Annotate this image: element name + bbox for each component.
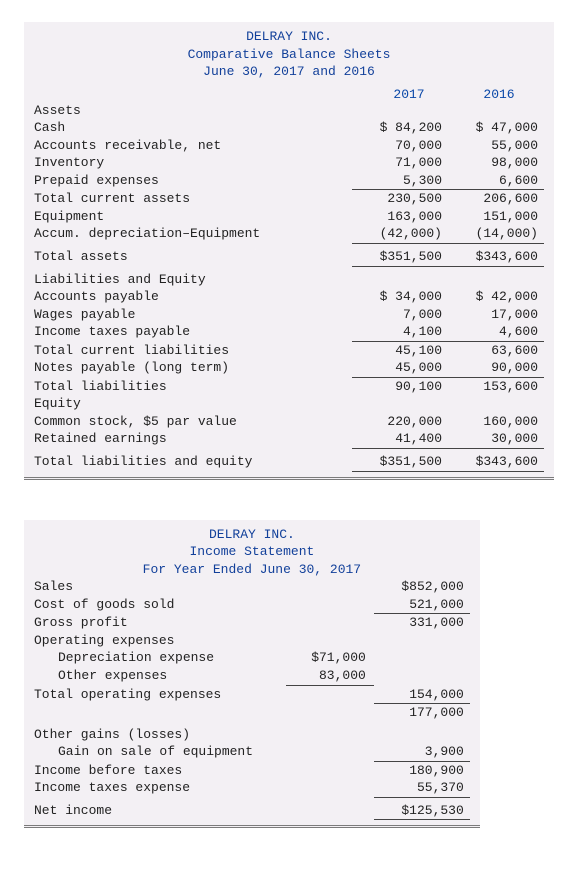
bs-year-2017: 2017 [364, 87, 454, 102]
cs-label: Common stock, $5 par value [34, 413, 352, 431]
itp-2017: 4,100 [352, 323, 448, 342]
tcl-2016: 63,600 [448, 342, 544, 360]
othexp-value: 83,000 [286, 667, 374, 686]
bs-date: June 30, 2017 and 2016 [34, 63, 544, 81]
cs-2017: 220,000 [352, 413, 448, 431]
ite-label: Income taxes expense [34, 779, 286, 798]
ibt-value: 180,900 [374, 762, 470, 780]
bs-col-headings: 2017 2016 [34, 87, 544, 102]
gp-label: Gross profit [34, 614, 286, 632]
gain-value: 3,900 [374, 743, 470, 762]
operating-income-value: 177,000 [374, 704, 470, 722]
tl-2016: 153,600 [448, 378, 544, 396]
ppd-2017: 5,300 [352, 172, 448, 191]
ta-2016: $343,600 [448, 248, 544, 267]
tle-label: Total liabilities and equity [34, 453, 352, 472]
is-company: DELRAY INC. [34, 526, 470, 544]
tl-label: Total liabilities [34, 378, 352, 396]
ppd-2016: 6,600 [448, 172, 544, 191]
cash-label: Cash [34, 119, 352, 137]
tle-2016: $343,600 [448, 453, 544, 472]
other-gains-heading: Other gains (losses) [34, 726, 286, 744]
itp-label: Income taxes payable [34, 323, 352, 342]
ni-value: $125,530 [374, 802, 470, 821]
tle-2017: $351,500 [352, 453, 448, 472]
sales-label: Sales [34, 578, 286, 596]
opexp-heading: Operating expenses [34, 632, 286, 650]
re-label: Retained earnings [34, 430, 352, 449]
equip-2017: 163,000 [352, 208, 448, 226]
cash-2017: $ 84,200 [352, 119, 448, 137]
gp-value: 331,000 [374, 614, 470, 632]
cogs-value: 521,000 [374, 596, 470, 615]
ppd-label: Prepaid expenses [34, 172, 352, 191]
is-date: For Year Ended June 30, 2017 [34, 561, 470, 579]
equity-heading: Equity [34, 395, 352, 413]
tca-2016: 206,600 [448, 190, 544, 208]
ni-label: Net income [34, 802, 286, 821]
is-title: Income Statement [34, 543, 470, 561]
inv-2016: 98,000 [448, 154, 544, 172]
wp-2016: 17,000 [448, 306, 544, 324]
tca-label: Total current assets [34, 190, 352, 208]
ar-2016: 55,000 [448, 137, 544, 155]
balance-sheet-block: DELRAY INC. Comparative Balance Sheets J… [24, 22, 554, 480]
tl-2017: 90,100 [352, 378, 448, 396]
equip-label: Equipment [34, 208, 352, 226]
bs-title: Comparative Balance Sheets [34, 46, 544, 64]
sales-value: $852,000 [374, 578, 470, 596]
toe-label: Total operating expenses [34, 686, 286, 705]
np-2016: 90,000 [448, 359, 544, 378]
tcl-label: Total current liabilities [34, 342, 352, 360]
re-2016: 30,000 [448, 430, 544, 449]
re-2017: 41,400 [352, 430, 448, 449]
np-label: Notes payable (long term) [34, 359, 352, 378]
ap-label: Accounts payable [34, 288, 352, 306]
wp-label: Wages payable [34, 306, 352, 324]
othexp-label: Other expenses [34, 667, 286, 686]
assets-heading: Assets [34, 102, 352, 120]
ibt-label: Income before taxes [34, 762, 286, 780]
liab-equity-heading: Liabilities and Equity [34, 271, 352, 289]
dep-value: $71,000 [286, 649, 374, 667]
accdep-2017: (42,000) [352, 225, 448, 244]
ap-2017: $ 34,000 [352, 288, 448, 306]
equip-2016: 151,000 [448, 208, 544, 226]
income-statement-block: DELRAY INC. Income Statement For Year En… [24, 520, 480, 829]
np-2017: 45,000 [352, 359, 448, 378]
toe-value: 154,000 [374, 686, 470, 705]
cash-2016: $ 47,000 [448, 119, 544, 137]
bs-year-2016: 2016 [454, 87, 544, 102]
itp-2016: 4,600 [448, 323, 544, 342]
wp-2017: 7,000 [352, 306, 448, 324]
inv-2017: 71,000 [352, 154, 448, 172]
ar-2017: 70,000 [352, 137, 448, 155]
cs-2016: 160,000 [448, 413, 544, 431]
accdep-label: Accum. depreciation–Equipment [34, 225, 352, 244]
bs-company: DELRAY INC. [34, 28, 544, 46]
ite-value: 55,370 [374, 779, 470, 798]
tca-2017: 230,500 [352, 190, 448, 208]
gain-label: Gain on sale of equipment [34, 743, 286, 762]
ta-label: Total assets [34, 248, 352, 267]
tcl-2017: 45,100 [352, 342, 448, 360]
ta-2017: $351,500 [352, 248, 448, 267]
accdep-2016: (14,000) [448, 225, 544, 244]
ap-2016: $ 42,000 [448, 288, 544, 306]
inv-label: Inventory [34, 154, 352, 172]
cogs-label: Cost of goods sold [34, 596, 286, 615]
ar-label: Accounts receivable, net [34, 137, 352, 155]
dep-label: Depreciation expense [34, 649, 286, 667]
